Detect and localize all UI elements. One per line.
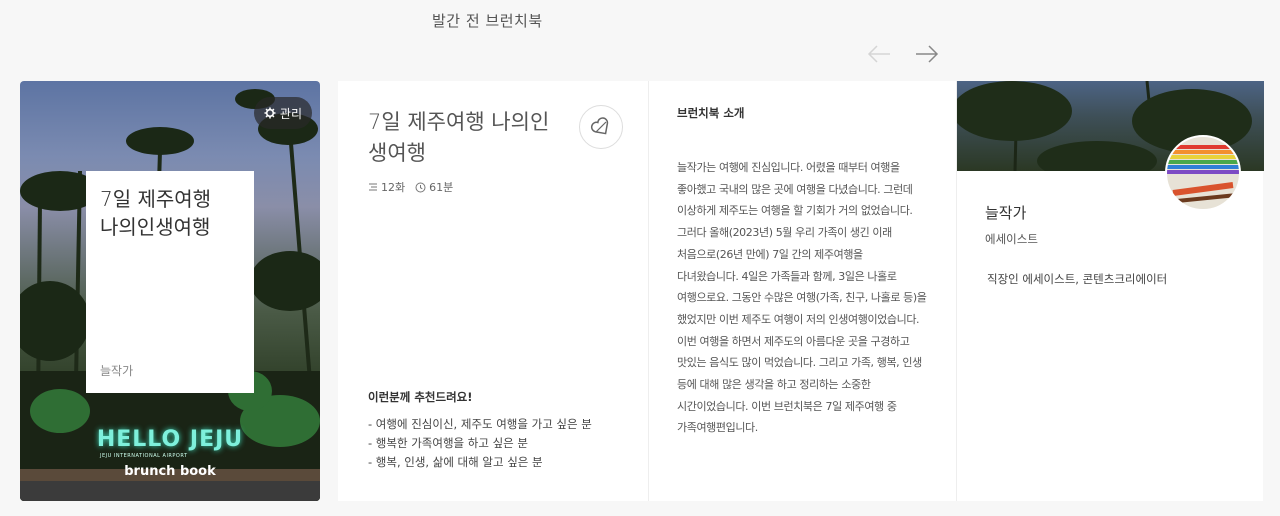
section-title: 발간 전 브런치북: [432, 12, 543, 30]
book-info-panel: 7일 제주여행 나의인생여행 12화 61분 이런분께 추천드려요! - 여행에…: [338, 81, 648, 501]
carousel-nav: [866, 44, 940, 64]
read-time: 61분: [415, 179, 453, 195]
arrow-right-icon[interactable]: [914, 44, 940, 64]
book-cover[interactable]: 관리 7일 제주여행 나의인생여행 늘작가 HELLO JEJU JEJU IN…: [20, 81, 320, 501]
intro-body: 늘작가는 여행에 진심입니다. 어렸을 때부터 여행을 좋아했고 국내의 많은 …: [677, 161, 927, 435]
like-button[interactable]: [579, 105, 623, 149]
brunch-book-badge: brunch book: [124, 464, 216, 479]
avatar[interactable]: [1165, 135, 1241, 211]
gear-icon: [264, 107, 276, 119]
episode-count-text: 12화: [381, 181, 406, 194]
recommend-title: 이런분께 추천드려요!: [368, 390, 473, 404]
recommend-list: - 여행에 진심이신, 제주도 여행을 가고 싶은 분 - 행복한 가족여행을 …: [368, 415, 592, 472]
episode-count: 12화: [368, 179, 405, 195]
author-name[interactable]: 늘작가: [985, 202, 1026, 223]
author-job: 에세이스트: [985, 232, 1038, 246]
list-item: - 여행에 진심이신, 제주도 여행을 가고 싶은 분: [368, 417, 592, 431]
cover-title: 7일 제주여행 나의인생여행: [100, 187, 212, 239]
list-item: - 행복, 인생, 삶에 대해 알고 싶은 분: [368, 455, 543, 469]
cover-title-card: 7일 제주여행 나의인생여행 늘작가: [86, 171, 254, 393]
clock-icon: [415, 182, 426, 192]
list-icon: [369, 183, 377, 191]
book-title: 7일 제주여행 나의인생여행: [368, 110, 550, 165]
author-panel: 늘작가 에세이스트 직장인 에세이스트, 콘텐츠크리에이터: [956, 81, 1264, 501]
colored-pencils-image: [1167, 145, 1239, 203]
book-intro-panel: 브런치북 소개 늘작가는 여행에 진심입니다. 어렸을 때부터 여행을 좋아했고…: [648, 81, 956, 501]
book-meta: 12화 61분: [368, 179, 453, 195]
airport-text: JEJU INTERNATIONAL AIRPORT: [100, 453, 188, 459]
manage-button[interactable]: 관리: [253, 97, 312, 129]
intro-label: 브런치북 소개: [677, 106, 745, 120]
manage-label: 관리: [279, 106, 302, 121]
arrow-left-icon[interactable]: [866, 44, 892, 64]
heart-icon: [590, 117, 609, 135]
author-description: 직장인 에세이스트, 콘텐츠크리에이터: [987, 272, 1168, 286]
cover-author: 늘작가: [100, 364, 134, 378]
read-time-text: 61분: [429, 181, 454, 194]
hello-jeju-sign: HELLO JEJU: [96, 427, 244, 452]
list-item: - 행복한 가족여행을 하고 싶은 분: [368, 436, 528, 450]
